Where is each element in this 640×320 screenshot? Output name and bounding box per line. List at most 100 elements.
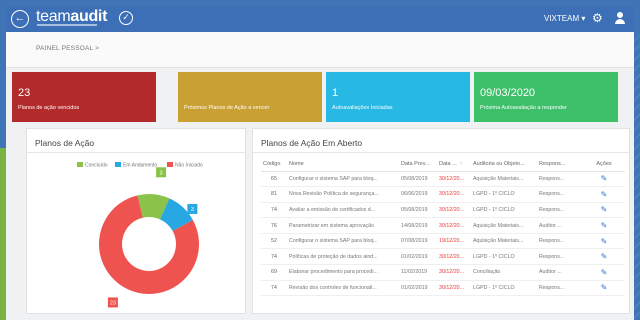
card-upcoming-plans[interactable]: Próximos Planos de Ação a vencer: [178, 72, 322, 122]
card-next-self-assessment[interactable]: 09/03/2020 Próxima Autoavaliação a respo…: [474, 72, 618, 122]
cell-code: 69: [261, 264, 287, 281]
breadcrumb-personal-panel[interactable]: PAINEL PESSOAL >: [36, 45, 99, 52]
column-header-date[interactable]: Data ... ↑: [437, 157, 471, 172]
table-panel-title: Planos de Ação Em Aberto: [261, 138, 363, 148]
cell-date: 30/12/20...: [437, 248, 471, 266]
chart-panel-title: Planos de Ação: [35, 138, 95, 148]
cell-name: Parametrizar em sistema aprovação: [287, 217, 399, 234]
table-row[interactable]: 74 Revisão dos controles de funcionali...…: [261, 280, 625, 297]
edit-pencil-icon[interactable]: ✎: [583, 217, 625, 234]
table-row[interactable]: 65 Configurar o sistema SAP para bloq... 0…: [261, 171, 625, 188]
arrow-left-icon[interactable]: ←: [11, 10, 29, 28]
cell-name: Nova Revisão Política de segurança...: [287, 186, 399, 203]
card-label: Planos de ação vencidos: [18, 105, 80, 111]
donut-data-label: 3: [191, 207, 194, 213]
edit-pencil-icon[interactable]: ✎: [583, 171, 625, 188]
person-icon-body: [615, 19, 625, 24]
column-header-planned-date[interactable]: Data Prev...: [399, 157, 437, 172]
table-row[interactable]: 74 Avaliar a emissão de certificados d...…: [261, 202, 625, 219]
table-row[interactable]: 81 Nova Revisão Política de segurança... 0…: [261, 186, 625, 203]
table-header-row: Código Nome Data Prev... Data ... ↑ Audit…: [261, 157, 625, 172]
column-header-responsible[interactable]: Respons...: [537, 157, 583, 172]
cell-planned-date: 05/08/2019: [399, 202, 437, 219]
card-overdue-plans[interactable]: 23 Planos de ação vencidos: [12, 72, 156, 122]
cell-name: Revisão dos controles de funcionali...: [287, 280, 399, 297]
cell-planned-date: 14/08/2019: [399, 217, 437, 234]
gear-icon[interactable]: ⚙: [592, 12, 603, 25]
cell-audit-object: Aquisição Materiais...: [471, 233, 537, 250]
cell-code: 81: [261, 186, 287, 203]
cell-audit-object: LGPD - 1º CICLO: [471, 186, 537, 203]
column-header-code[interactable]: Código: [261, 157, 287, 172]
cell-responsible: Respons...: [537, 171, 583, 188]
edit-pencil-icon[interactable]: ✎: [583, 233, 625, 250]
cell-date: 30/12/20...: [437, 264, 471, 281]
card-label: Próximos Planos de Ação a vencer: [184, 105, 270, 111]
top-navbar: ← teamaudit ✓ VIXTEAM ▾ ⚙: [6, 6, 634, 32]
cell-audit-object: Conciliação: [471, 264, 537, 281]
cell-audit-object: Aquisição Materiais...: [471, 217, 537, 234]
cell-name: Avaliar a emissão de certificados d...: [287, 202, 399, 219]
table-row[interactable]: 74 Políticas de proteção de dados aind...…: [261, 248, 625, 266]
cell-name: Configurar o sistema SAP para bloq...: [287, 233, 399, 250]
card-number: 23: [18, 87, 31, 99]
cell-name: Configurar o sistema SAP para bloq...: [287, 171, 399, 188]
cell-planned-date: 01/02/2019: [399, 248, 437, 266]
cell-date: 30/12/20...: [437, 186, 471, 203]
cell-responsible: Respons...: [537, 248, 583, 266]
cell-responsible: Respons...: [537, 202, 583, 219]
panel-divider: [253, 152, 629, 153]
card-self-assessments-started[interactable]: 1 Autoavaliações Iniciadas: [326, 72, 470, 122]
table-row[interactable]: 52 Configurar o sistema SAP para bloq... 0…: [261, 233, 625, 250]
cell-code: 52: [261, 233, 287, 250]
card-label: Próxima Autoavaliação a responder: [480, 105, 567, 111]
card-number: 09/03/2020: [480, 87, 536, 99]
edit-pencil-icon[interactable]: ✎: [583, 248, 625, 266]
edit-pencil-icon[interactable]: ✎: [583, 280, 625, 297]
open-action-plans-table: Código Nome Data Prev... Data ... ↑ Audit…: [261, 157, 625, 297]
cell-code: 74: [261, 280, 287, 297]
cell-planned-date: 11/02/2019: [399, 264, 437, 281]
column-header-name[interactable]: Nome: [287, 157, 399, 172]
breadcrumb: PAINEL PESSOAL >: [6, 32, 634, 68]
column-header-audit-object[interactable]: Auditoria ou Objeto...: [471, 157, 537, 172]
brand-tagline-bar: [37, 24, 97, 26]
cell-planned-date: 01/02/2019: [399, 280, 437, 297]
cell-planned-date: 06/06/2019: [399, 186, 437, 203]
app-window: ← teamaudit ✓ VIXTEAM ▾ ⚙ PAINEL PESSOAL…: [6, 6, 634, 320]
cell-audit-object: LGPD - 1º CICLO: [471, 202, 537, 219]
person-icon[interactable]: [614, 12, 626, 25]
table-row[interactable]: 69 Elaborar procedimento para procedi... 1…: [261, 264, 625, 281]
cell-code: 65: [261, 171, 287, 188]
edit-pencil-icon[interactable]: ✎: [583, 186, 625, 203]
user-menu-dropdown[interactable]: VIXTEAM ▾: [544, 13, 585, 25]
cell-responsible: Auditor ...: [537, 217, 583, 234]
check-circle-icon: ✓: [119, 11, 133, 25]
cell-name: Elaborar procedimento para procedi...: [287, 264, 399, 281]
cell-code: 76: [261, 217, 287, 234]
cell-date: 30/12/20...: [437, 171, 471, 188]
cell-audit-object: LGPD - 1º CICLO: [471, 280, 537, 297]
donut-data-label: 23: [110, 300, 116, 306]
card-number: 1: [332, 87, 339, 99]
cell-date: 30/12/20...: [437, 202, 471, 219]
person-icon-head: [617, 12, 623, 18]
action-plans-donut-chart: 3 23 3: [99, 167, 200, 308]
cell-responsible: Auditor ...: [537, 264, 583, 281]
table-row[interactable]: 76 Parametrizar em sistema aprovação 14/08…: [261, 217, 625, 234]
donut-data-label: 3: [160, 170, 163, 176]
brand-logo-light: team: [36, 8, 71, 25]
cell-planned-date: 07/08/2019: [399, 233, 437, 250]
cell-date: 19/12/20...: [437, 233, 471, 250]
cell-date: 30/12/20...: [437, 217, 471, 234]
column-header-actions: Ações: [583, 157, 625, 172]
brand-logo-bold: audit: [70, 8, 108, 25]
cell-audit-object: LGPD - 1º CICLO: [471, 248, 537, 266]
cell-name: Políticas de proteção de dados aind...: [287, 248, 399, 266]
open-action-plans-panel: Planos de Ação Em Aberto Código Nome Dat…: [252, 128, 630, 314]
edit-pencil-icon[interactable]: ✎: [583, 264, 625, 281]
cell-audit-object: Aquisição Materiais...: [471, 171, 537, 188]
edit-pencil-icon[interactable]: ✎: [583, 202, 625, 219]
panel-divider: [27, 152, 245, 153]
sort-icon: ↑: [459, 160, 463, 167]
